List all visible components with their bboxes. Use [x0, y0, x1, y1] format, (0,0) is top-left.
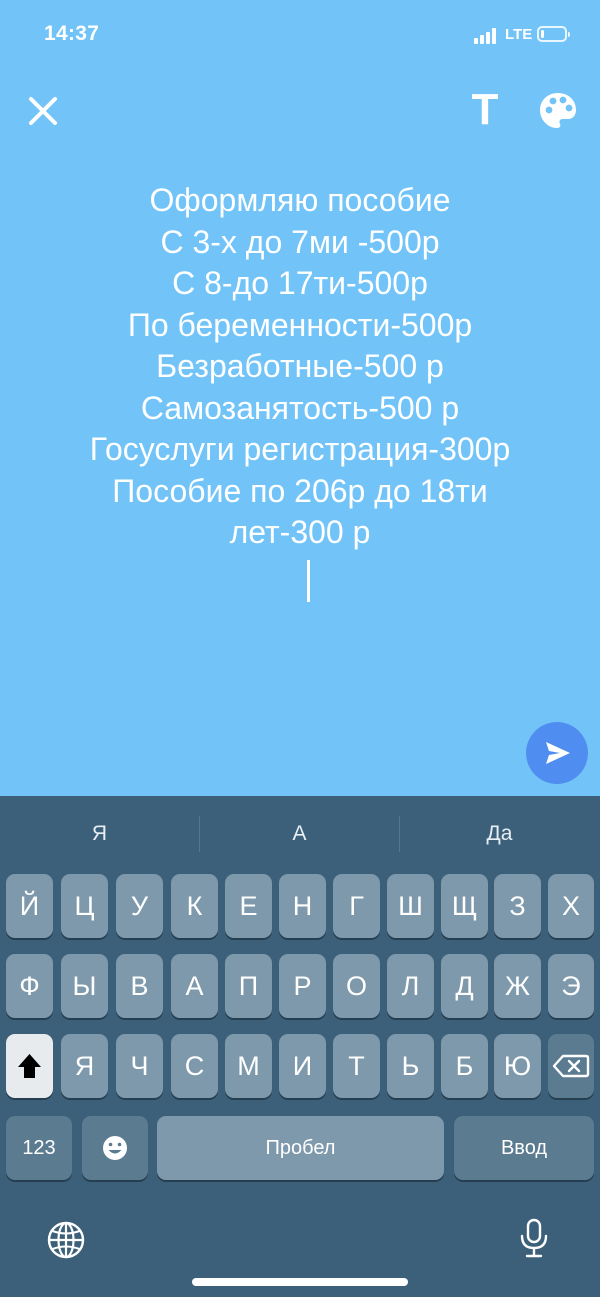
background-palette-button[interactable]	[537, 90, 579, 132]
send-icon	[546, 742, 570, 764]
backspace-key[interactable]	[548, 1034, 594, 1098]
key[interactable]: В	[116, 954, 163, 1018]
key[interactable]: С	[171, 1034, 218, 1098]
key[interactable]: О	[333, 954, 380, 1018]
home-indicator[interactable]	[192, 1278, 408, 1286]
text-cursor	[307, 560, 310, 602]
status-time: 14:37	[44, 22, 100, 45]
close-button[interactable]	[24, 92, 62, 130]
globe-button[interactable]	[44, 1218, 88, 1262]
key[interactable]: З	[494, 874, 541, 938]
key[interactable]: Ж	[494, 954, 541, 1018]
globe-icon	[47, 1221, 85, 1259]
network-type: LTE	[505, 26, 533, 43]
key[interactable]: Ю	[494, 1034, 541, 1098]
key[interactable]: Л	[387, 954, 434, 1018]
key[interactable]: Д	[441, 954, 488, 1018]
suggestion-1[interactable]: Я	[0, 796, 199, 872]
battery-icon	[537, 26, 570, 42]
key[interactable]: Й	[6, 874, 53, 938]
dictation-button[interactable]	[512, 1216, 556, 1260]
key[interactable]: Ы	[61, 954, 108, 1018]
key[interactable]: Т	[333, 1034, 380, 1098]
post-line: Безработные-500 р	[156, 348, 444, 384]
key[interactable]: М	[225, 1034, 272, 1098]
send-button[interactable]	[526, 722, 588, 784]
key[interactable]: Н	[279, 874, 326, 938]
story-editor: 14:37 LTE T Оформляю пособие С 3-х до 7м	[0, 0, 600, 796]
post-text[interactable]: Оформляю пособие С 3-х до 7ми -500р С 8-…	[20, 180, 580, 554]
shift-icon	[18, 1054, 41, 1078]
keyboard: Я А Да Й Ц У К Е Н Г Ш Щ З Х Ф Ы В А П Р…	[0, 796, 600, 1297]
key[interactable]: П	[225, 954, 272, 1018]
key[interactable]: Б	[441, 1034, 488, 1098]
key[interactable]: У	[116, 874, 163, 938]
post-line: Пособие по 206р до 18ти	[112, 472, 488, 509]
palette-icon	[540, 93, 576, 128]
shift-key[interactable]	[6, 1034, 53, 1098]
key[interactable]: Э	[548, 954, 594, 1018]
suggestion-2[interactable]: А	[200, 796, 399, 872]
key[interactable]: И	[279, 1034, 326, 1098]
key[interactable]: Е	[225, 874, 272, 938]
return-key[interactable]: Ввод	[454, 1116, 594, 1180]
numbers-key[interactable]: 123	[6, 1116, 72, 1180]
emoji-icon	[103, 1136, 127, 1160]
signal-icon	[474, 28, 500, 44]
post-line: Госуслуги регистрация-300р	[89, 431, 511, 467]
key[interactable]: Р	[279, 954, 326, 1018]
status-bar: 14:37 LTE	[0, 0, 600, 72]
text-style-button[interactable]: T	[466, 88, 504, 132]
microphone-icon	[520, 1218, 548, 1258]
suggestion-bar: Я А Да	[0, 796, 600, 872]
key[interactable]: Х	[548, 874, 594, 938]
emoji-key[interactable]	[82, 1116, 148, 1180]
key[interactable]: Ф	[6, 954, 53, 1018]
key[interactable]: Ч	[116, 1034, 163, 1098]
key[interactable]: К	[171, 874, 218, 938]
post-line: Оформляю пособие	[149, 182, 451, 218]
post-line: Самозанятость-500 р	[140, 389, 460, 426]
key[interactable]: Г	[333, 874, 380, 938]
key[interactable]: Ь	[387, 1034, 434, 1098]
key[interactable]: Я	[61, 1034, 108, 1098]
post-line: С 8-до 17ти-500р	[172, 265, 428, 301]
key[interactable]: Ш	[387, 874, 434, 938]
key[interactable]: Ц	[61, 874, 108, 938]
post-line: лет-300 р	[229, 514, 371, 550]
post-line: С 3-х до 7ми -500р	[160, 223, 440, 260]
space-key[interactable]: Пробел	[157, 1116, 444, 1180]
key[interactable]: А	[171, 954, 218, 1018]
post-line: По беременности-500р	[127, 306, 473, 343]
suggestion-3[interactable]: Да	[400, 796, 599, 872]
key[interactable]: Щ	[441, 874, 488, 938]
close-icon	[29, 97, 57, 125]
backspace-icon	[552, 1054, 590, 1078]
